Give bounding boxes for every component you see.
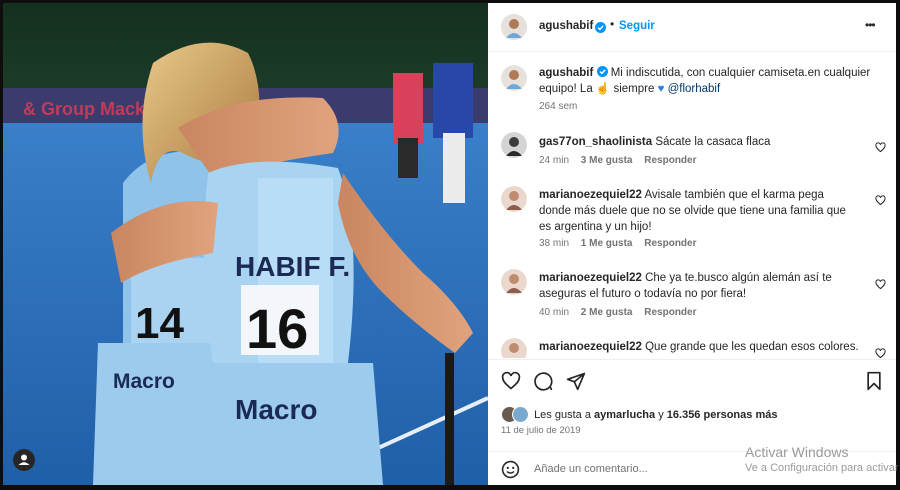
jersey-number: 16 <box>246 297 308 360</box>
likes-prefix: Les gusta a <box>534 409 591 421</box>
comment-4: marianoezequiel22 Que grande que les que… <box>539 339 859 355</box>
banner-text: & Group Mackie <box>23 99 160 119</box>
comment-likes[interactable]: 2 Me gusta <box>581 307 633 318</box>
caption-mention[interactable]: @florhabif <box>668 83 721 95</box>
comment-username[interactable]: marianoezequiel22 <box>539 189 642 201</box>
comment-text: Sácate la casaca flaca <box>655 136 771 148</box>
comment-username[interactable]: gas77on_shaolinista <box>539 136 652 148</box>
comment-avatar[interactable] <box>501 186 527 212</box>
blue-heart-emoji-icon: ♥ <box>657 83 665 95</box>
post-side-panel: agushabif • Seguir ••• agushabif Mi indi… <box>488 3 896 485</box>
comment-age: 40 min <box>539 307 570 318</box>
left-jersey-number: 14 <box>135 299 184 348</box>
comment-likes[interactable]: 3 Me gusta <box>581 155 633 166</box>
user-icon <box>18 454 30 465</box>
caption: agushabif Mi indiscutida, con cualquier … <box>539 65 874 97</box>
post-date: 11 de julio de 2019 <box>501 425 581 436</box>
caption-username[interactable]: agushabif <box>539 67 593 79</box>
follow-button[interactable]: Seguir <box>619 20 655 32</box>
likes-joiner: y <box>658 409 664 421</box>
right-sponsor: Macro <box>235 394 317 425</box>
comment-1: gas77on_shaolinista Sácate la casaca fla… <box>539 134 869 150</box>
share-icon[interactable] <box>566 371 586 396</box>
user-tag-button[interactable] <box>13 449 35 471</box>
comment-username[interactable]: marianoezequiel22 <box>539 272 642 284</box>
like-comment-heart-icon[interactable] <box>875 346 886 359</box>
comment-meta: 24 min 3 Me gusta Responder <box>539 155 697 166</box>
post-photo: & Group Mackie 14 Macro HABIF F. 16 Macr… <box>3 3 488 485</box>
header-separator: • <box>610 17 615 31</box>
comment-age: 24 min <box>539 155 570 166</box>
likes-row: Les gusta a aymarlucha y 16.356 personas… <box>501 406 891 423</box>
like-heart-icon[interactable] <box>501 371 521 396</box>
caption-tail: siempre <box>613 83 655 95</box>
like-comment-heart-icon[interactable] <box>875 277 886 290</box>
comment-3: marianoezequiel22 Che ya te.busco algún … <box>539 270 859 302</box>
reply-button[interactable]: Responder <box>644 238 696 249</box>
save-bookmark-icon[interactable] <box>865 371 883 396</box>
comment-avatar[interactable] <box>501 269 527 295</box>
comment-avatar[interactable] <box>501 338 527 358</box>
caption-age: 264 sem <box>539 101 578 112</box>
jersey-name: HABIF F. <box>235 251 350 282</box>
comment-2: marianoezequiel22 Avisale también que el… <box>539 187 859 235</box>
emoji-icon[interactable] <box>501 460 520 484</box>
comment-likes[interactable]: 1 Me gusta <box>581 238 633 249</box>
reply-button[interactable]: Responder <box>644 155 696 166</box>
likes-user[interactable]: aymarlucha <box>594 409 655 421</box>
reply-button[interactable]: Responder <box>644 307 696 318</box>
comment-icon[interactable] <box>533 371 553 396</box>
author-username[interactable]: agushabif <box>539 20 593 32</box>
comment-meta: 38 min 1 Me gusta Responder <box>539 238 697 249</box>
caption-avatar[interactable] <box>501 65 527 91</box>
left-sponsor: Macro <box>113 370 175 393</box>
verified-badge-icon <box>595 20 606 33</box>
post-image: & Group Mackie 14 Macro HABIF F. 16 Macr… <box>3 3 488 485</box>
action-bar: Les gusta a aymarlucha y 16.356 personas… <box>488 359 896 454</box>
comment-username[interactable]: marianoezequiel22 <box>539 341 642 353</box>
more-options-icon[interactable]: ••• <box>865 18 876 32</box>
liker-avatars <box>501 406 531 423</box>
author-avatar[interactable] <box>501 14 527 40</box>
likes-count[interactable]: 16.356 personas más <box>667 409 778 421</box>
add-comment-bar: Añade un comentario... <box>488 451 896 485</box>
comment-meta: 40 min 2 Me gusta Responder <box>539 307 697 318</box>
like-comment-heart-icon[interactable] <box>875 140 886 153</box>
comment-text: Que grande que les quedan esos colores. <box>645 341 859 353</box>
pointing-hand-emoji-icon: ☝ <box>595 83 611 95</box>
post-header: agushabif • Seguir ••• <box>488 3 896 52</box>
comment-avatar[interactable] <box>501 132 527 158</box>
caption-verified-icon <box>596 66 608 77</box>
comment-age: 38 min <box>539 238 570 249</box>
like-comment-heart-icon[interactable] <box>875 193 886 206</box>
comment-input[interactable]: Añade un comentario... <box>534 463 648 475</box>
